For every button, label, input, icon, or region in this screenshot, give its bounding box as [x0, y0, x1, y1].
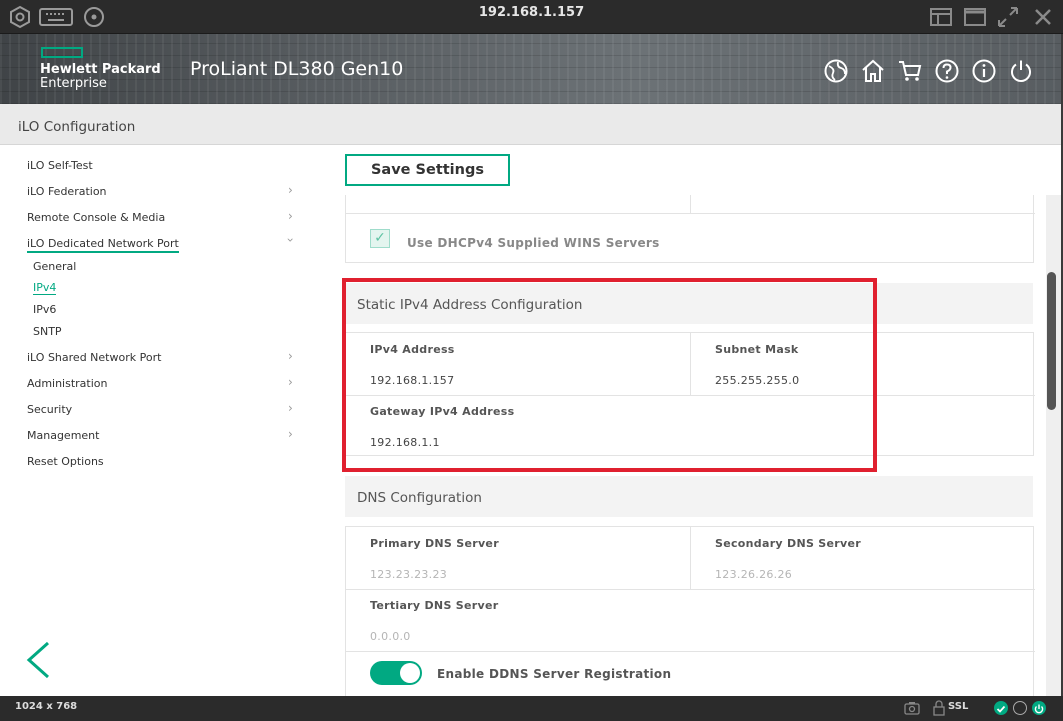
scrollbar-track[interactable]	[1046, 195, 1061, 696]
status-bar: 1024 x 768 SSL	[0, 696, 1063, 721]
lock-icon	[932, 699, 946, 721]
chevron-right-icon[interactable]: ›	[288, 349, 293, 363]
chevron-right-icon[interactable]: ›	[288, 401, 293, 415]
ipv4-address-label: IPv4 Address	[370, 343, 455, 356]
dns-title: DNS Configuration	[357, 490, 482, 506]
primary-dns-value[interactable]: 123.23.23.23	[370, 568, 447, 581]
secondary-dns-label: Secondary DNS Server	[715, 537, 861, 550]
health-ok-icon	[994, 701, 1008, 715]
gateway-ipv4-label: Gateway IPv4 Address	[370, 405, 515, 418]
column-divider	[690, 195, 691, 213]
info-icon[interactable]	[971, 58, 997, 84]
sidebar-item-shared-network-port[interactable]: iLO Shared Network Port	[27, 351, 161, 364]
sidebar-nav: iLO Self-Test iLO Federation › Remote Co…	[0, 145, 331, 696]
camera-icon[interactable]	[904, 700, 920, 720]
subnet-mask-label: Subnet Mask	[715, 343, 799, 356]
secondary-dns-value[interactable]: 123.26.26.26	[715, 568, 792, 581]
gateway-ipv4-value[interactable]: 192.168.1.1	[370, 436, 440, 449]
sidebar-item-security[interactable]: Security	[27, 403, 72, 416]
sidebar-subitem-sntp[interactable]: SNTP	[33, 325, 62, 338]
wins-checkbox-label: Use DHCPv4 Supplied WINS Servers	[407, 236, 660, 250]
primary-dns-label: Primary DNS Server	[370, 537, 499, 550]
cart-icon[interactable]	[897, 58, 923, 84]
chevron-right-icon[interactable]: ›	[288, 375, 293, 389]
company-name-line2: Enterprise	[40, 76, 107, 91]
ssl-label: SSL	[948, 701, 969, 712]
dhcp-options-panel: ✓ Use DHCPv4 Supplied WINS Servers	[345, 195, 1035, 263]
sidebar-item-self-test[interactable]: iLO Self-Test	[27, 159, 93, 172]
sidebar-item-remote-console[interactable]: Remote Console & Media	[27, 211, 165, 224]
static-ipv4-section-header: Static IPv4 Address Configuration	[345, 283, 1033, 324]
sidebar-item-administration[interactable]: Administration	[27, 377, 108, 390]
save-settings-button[interactable]: Save Settings	[345, 154, 510, 186]
static-ipv4-title: Static IPv4 Address Configuration	[357, 297, 583, 313]
main-content: Save Settings ✓ Use DHCPv4 Supplied WINS…	[331, 145, 1046, 696]
company-name-line1: Hewlett Packard	[40, 62, 161, 77]
sidebar-item-management[interactable]: Management	[27, 429, 99, 442]
chevron-down-icon[interactable]: ›	[283, 238, 297, 243]
wins-checkbox[interactable]: ✓	[370, 229, 390, 248]
product-name: ProLiant DL380 Gen10	[190, 58, 404, 80]
close-icon[interactable]	[1031, 5, 1055, 29]
home-icon[interactable]	[860, 58, 886, 84]
back-arrow-icon[interactable]	[24, 640, 54, 680]
scrollbar-thumb[interactable]	[1047, 272, 1056, 410]
page-title: iLO Configuration	[18, 119, 136, 135]
sidebar-item-federation[interactable]: iLO Federation	[27, 185, 107, 198]
ddns-toggle[interactable]	[370, 661, 422, 685]
status-idle-icon	[1013, 701, 1027, 715]
sidebar-item-dedicated-network-port[interactable]: iLO Dedicated Network Port	[27, 237, 179, 253]
tertiary-dns-value[interactable]: 0.0.0.0	[370, 630, 411, 643]
ddns-toggle-label: Enable DDNS Server Registration	[437, 667, 672, 681]
sidebar-subitem-ipv4[interactable]: IPv4	[33, 281, 57, 295]
column-divider	[690, 333, 691, 395]
row-divider	[346, 395, 1035, 396]
hpe-logo-icon	[41, 47, 83, 58]
fullscreen-icon[interactable]	[996, 5, 1020, 29]
sidebar-subitem-general[interactable]: General	[33, 260, 76, 273]
window-titlebar: 192.168.1.157	[0, 0, 1063, 34]
language-globe-icon[interactable]	[823, 58, 849, 84]
help-icon[interactable]	[934, 58, 960, 84]
column-divider	[690, 527, 691, 589]
subnet-mask-value[interactable]: 255.255.255.0	[715, 374, 799, 387]
dns-panel: Primary DNS Server 123.23.23.23 Secondar…	[345, 526, 1035, 696]
row-divider	[346, 589, 1035, 590]
power-status-icon	[1032, 701, 1046, 715]
toggle-knob	[400, 663, 420, 683]
power-icon[interactable]	[1008, 58, 1034, 84]
sidebar-subitem-ipv6[interactable]: IPv6	[33, 303, 56, 316]
tertiary-dns-label: Tertiary DNS Server	[370, 599, 499, 612]
app-area: iLO Configuration iLO Self-Test iLO Fede…	[0, 104, 1061, 696]
chevron-right-icon[interactable]: ›	[288, 427, 293, 441]
sidebar-item-reset-options[interactable]: Reset Options	[27, 455, 104, 468]
page-header: iLO Configuration	[0, 104, 1061, 145]
resolution-readout: 1024 x 768	[15, 701, 78, 712]
chevron-right-icon[interactable]: ›	[288, 183, 293, 197]
brand-banner: Hewlett Packard Enterprise ProLiant DL38…	[0, 34, 1061, 104]
row-divider	[346, 213, 1035, 214]
row-divider	[346, 651, 1035, 652]
window-title: 192.168.1.157	[478, 5, 585, 20]
dns-section-header: DNS Configuration	[345, 476, 1033, 517]
layout-icon[interactable]	[929, 5, 953, 29]
ipv4-address-value[interactable]: 192.168.1.157	[370, 374, 454, 387]
static-ipv4-panel: IPv4 Address 192.168.1.157 Subnet Mask 2…	[345, 332, 1035, 456]
maximize-icon[interactable]	[963, 5, 987, 29]
chevron-right-icon[interactable]: ›	[288, 209, 293, 223]
